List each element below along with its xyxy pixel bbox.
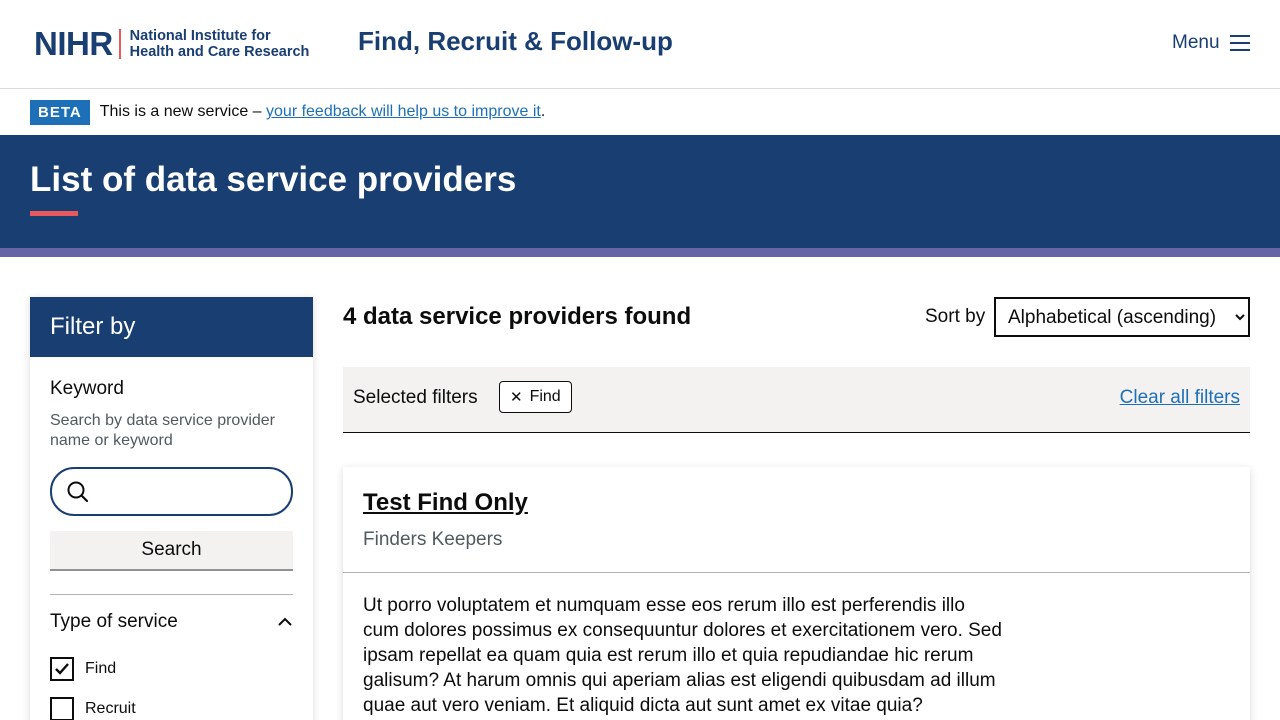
checkbox-label-find: Find <box>85 660 117 677</box>
selected-filters-bar: Selected filters ✕ Find Clear all filter… <box>343 367 1250 433</box>
menu-button[interactable]: Menu <box>1172 32 1250 54</box>
checkmark-icon <box>55 663 69 675</box>
page-hero: List of data service providers <box>0 135 1280 248</box>
logo-text: National Institute for Health and Care R… <box>130 28 310 60</box>
page-title: List of data service providers <box>30 160 517 199</box>
nihr-logo[interactable]: NIHR National Institute for Health and C… <box>34 27 309 60</box>
logo-mark: NIHR <box>34 25 113 62</box>
provider-title-link[interactable]: Test Find Only <box>363 489 528 517</box>
checkbox-box-recruit[interactable] <box>50 697 74 720</box>
hamburger-icon <box>1229 35 1250 51</box>
service-name-link[interactable]: Find, Recruit & Follow-up <box>358 26 673 57</box>
close-icon: ✕ <box>510 389 523 406</box>
provider-description: Ut porro voluptatem et numquam esse eos … <box>363 595 1002 716</box>
filter-divider <box>50 594 293 595</box>
provider-organisation: Finders Keepers <box>363 529 503 550</box>
checkbox-label-recruit: Recruit <box>85 700 136 717</box>
clear-all-filters-link[interactable]: Clear all filters <box>1120 387 1240 409</box>
logo-divider <box>118 28 121 59</box>
card-divider <box>343 572 1250 573</box>
keyword-label: Keyword <box>50 378 124 399</box>
type-of-service-toggle[interactable]: Type of service <box>50 611 293 633</box>
search-button[interactable]: Search <box>50 531 293 571</box>
logo-text-line1: National Institute for <box>129 27 271 44</box>
site-header: NIHR National Institute for Health and C… <box>0 0 1280 89</box>
beta-text-end: . <box>540 103 546 120</box>
type-of-service-heading: Type of service <box>50 611 178 632</box>
filter-chip-label: Find <box>529 388 561 405</box>
hero-strip <box>0 248 1280 257</box>
filter-chip-find[interactable]: ✕ Find <box>499 381 572 413</box>
title-underline <box>30 211 78 216</box>
selected-filters-label: Selected filters <box>353 387 478 408</box>
checkbox-box-find[interactable] <box>50 657 74 681</box>
filter-heading: Filter by <box>30 297 313 357</box>
results-count: 4 data service providers found <box>343 303 692 330</box>
keyword-hint: Search by data service provider name or … <box>50 412 275 449</box>
checkbox-find[interactable]: Find <box>50 657 116 681</box>
checkbox-recruit[interactable]: Recruit <box>50 697 136 720</box>
beta-banner: BETA This is a new service – your feedba… <box>0 89 1280 135</box>
keyword-input[interactable] <box>98 477 278 507</box>
beta-tag: BETA <box>30 99 90 125</box>
sort-label: Sort by <box>925 306 986 327</box>
filter-panel: Filter by Keyword Search by data service… <box>30 297 313 720</box>
menu-label: Menu <box>1172 32 1220 53</box>
feedback-link[interactable]: your feedback will help us to improve it <box>266 103 541 121</box>
chevron-up-icon <box>278 617 292 626</box>
sort-select[interactable]: Alphabetical (ascending) <box>994 297 1250 337</box>
provider-card: Test Find Only Finders Keepers Ut porro … <box>343 467 1250 720</box>
beta-text: This is a new service – <box>99 103 267 120</box>
logo-text-line2: Health and Care Research <box>129 43 310 60</box>
keyword-search-box[interactable] <box>50 467 293 516</box>
search-icon <box>67 481 89 503</box>
